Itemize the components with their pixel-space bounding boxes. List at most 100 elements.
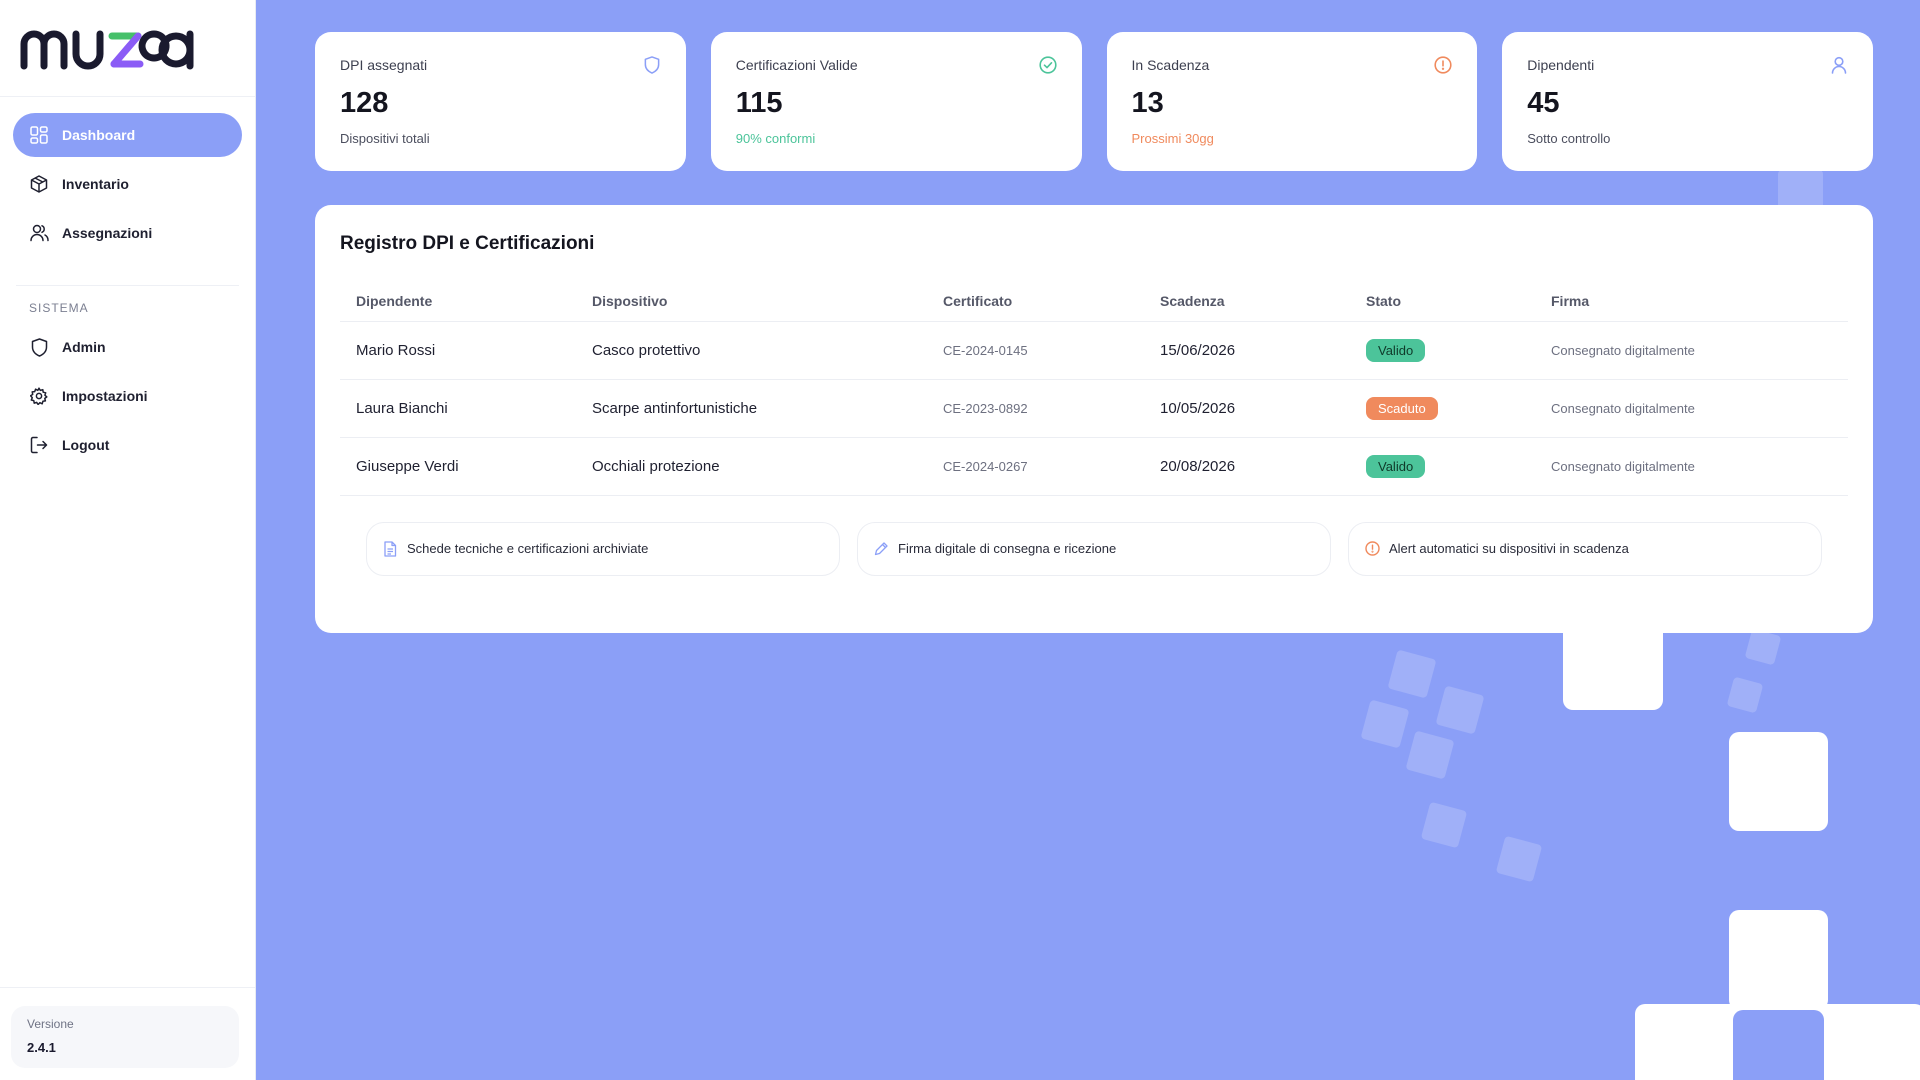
- cell-expiry: 20/08/2026: [1144, 437, 1350, 496]
- sidebar-item-inventario[interactable]: Inventario: [13, 162, 242, 206]
- feature-label: Alert automatici su dispositivi in scade…: [1389, 541, 1629, 556]
- stat-subtitle: Dispositivi totali: [340, 131, 430, 146]
- sidebar-item-dashboard[interactable]: Dashboard: [13, 113, 242, 157]
- status-badge: Valido: [1366, 338, 1426, 362]
- decor-square: [1726, 676, 1764, 714]
- alert-circle-icon: [1434, 56, 1452, 74]
- stat-label: Certificazioni Valide: [735, 57, 858, 73]
- decor-tile: [1563, 620, 1663, 710]
- cell-status: Valido: [1350, 321, 1535, 380]
- registry-panel: Registro DPI e Certificazioni Dipendente…: [315, 205, 1873, 633]
- decor-tile: [1733, 1010, 1824, 1080]
- main-nav: Dashboard Inventario Assegnazioni SISTEM…: [0, 97, 255, 472]
- sidebar-item-label: Impostazioni: [62, 388, 148, 404]
- status-badge: Scaduto: [1366, 396, 1438, 420]
- feature-label: Firma digitale di consegna e ricezione: [898, 541, 1117, 556]
- shield-icon: [643, 56, 661, 74]
- logo-area: [0, 0, 255, 97]
- stat-card-certificazioni[interactable]: Certificazioni Valide 115 90% conformi: [710, 32, 1082, 171]
- stat-card-scadenza[interactable]: In Scadenza 13 Prossimi 30gg: [1106, 32, 1478, 171]
- stat-value: 128: [340, 87, 389, 119]
- cell-expiry: 15/06/2026: [1144, 321, 1350, 380]
- table-row[interactable]: Mario Rossi Casco protettivo CE-2024-014…: [340, 321, 1848, 380]
- stat-label: Dipendenti: [1527, 57, 1595, 73]
- sidebar-footer: Versione 2.4.1: [0, 987, 255, 1080]
- decor-tile: [1729, 910, 1828, 1010]
- users-icon: [29, 223, 49, 243]
- cell-employee: Laura Bianchi: [340, 379, 576, 438]
- nav-divider: [16, 285, 239, 286]
- feature-label: Schede tecniche e certificazioni archivi…: [407, 541, 649, 556]
- cell-signature: Consegnato digitalmente: [1535, 437, 1848, 496]
- version-value: 2.4.1: [27, 1040, 56, 1055]
- cell-signature: Consegnato digitalmente: [1535, 321, 1848, 380]
- sidebar-item-label: Admin: [62, 339, 106, 355]
- decor-square: [1495, 835, 1543, 883]
- sidebar-item-label: Dashboard: [62, 127, 136, 143]
- sidebar-item-admin[interactable]: Admin: [13, 325, 242, 369]
- status-badge: Valido: [1366, 454, 1426, 478]
- cell-device: Occhiali protezione: [576, 437, 927, 496]
- stats-row: DPI assegnati 128 Dispositivi totali Cer…: [315, 32, 1873, 171]
- document-icon: [383, 540, 399, 557]
- stat-value: 45: [1527, 87, 1560, 119]
- column-header-firma[interactable]: Firma: [1535, 281, 1848, 322]
- stat-card-dipendenti[interactable]: Dipendenti 45 Sotto controllo: [1502, 32, 1873, 171]
- cell-signature: Consegnato digitalmente: [1535, 379, 1848, 438]
- column-header-stato[interactable]: Stato: [1350, 281, 1535, 322]
- column-header-certificato[interactable]: Certificato: [927, 281, 1144, 322]
- table-header-row: Dipendente Dispositivo Certificato Scade…: [340, 281, 1848, 322]
- version-label: Versione: [27, 1017, 74, 1031]
- sidebar-item-assegnazioni[interactable]: Assegnazioni: [13, 211, 242, 255]
- sidebar-item-label: Inventario: [62, 176, 129, 192]
- decor-square: [1387, 649, 1437, 699]
- decor-square: [1360, 699, 1410, 749]
- stat-label: DPI assegnati: [340, 57, 428, 73]
- column-header-scadenza[interactable]: Scadenza: [1144, 281, 1350, 322]
- stat-card-dpi[interactable]: DPI assegnati 128 Dispositivi totali: [315, 32, 686, 171]
- sidebar-item-label: Logout: [62, 437, 110, 453]
- pen-icon: [874, 541, 890, 557]
- sidebar-item-logout[interactable]: Logout: [13, 423, 242, 467]
- stat-label: In Scadenza: [1131, 57, 1210, 73]
- muza-logo[interactable]: [20, 22, 255, 70]
- box-icon: [29, 174, 49, 194]
- registry-table: Dipendente Dispositivo Certificato Scade…: [340, 281, 1848, 496]
- cell-expiry: 10/05/2026: [1144, 379, 1350, 438]
- decor-tile: [1729, 732, 1828, 831]
- alert-circle-icon: [1365, 541, 1381, 557]
- cell-certificate: CE-2023-0892: [927, 379, 1144, 438]
- stat-subtitle: Prossimi 30gg: [1131, 131, 1214, 146]
- feature-signature: Firma digitale di consegna e ricezione: [857, 521, 1331, 576]
- feature-archive: Schede tecniche e certificazioni archivi…: [366, 521, 840, 576]
- table-row[interactable]: Laura Bianchi Scarpe antinfortunistiche …: [340, 379, 1848, 438]
- column-header-dispositivo[interactable]: Dispositivo: [576, 281, 927, 322]
- stat-value: 115: [735, 87, 783, 119]
- sidebar-item-label: Assegnazioni: [62, 225, 153, 241]
- cell-employee: Mario Rossi: [340, 321, 576, 380]
- stat-subtitle: 90% conformi: [735, 131, 816, 146]
- dashboard-grid-icon: [29, 125, 49, 145]
- cell-device: Scarpe antinfortunistiche: [576, 379, 927, 438]
- panel-title: Registro DPI e Certificazioni: [340, 233, 595, 254]
- decor-square: [1744, 628, 1782, 666]
- cell-status: Scaduto: [1350, 379, 1535, 438]
- gear-icon: [29, 386, 49, 406]
- feature-list: Schede tecniche e certificazioni archivi…: [366, 521, 1822, 576]
- column-header-dipendente[interactable]: Dipendente: [340, 281, 576, 322]
- stat-value: 13: [1131, 87, 1164, 119]
- decor-square: [1435, 685, 1485, 735]
- sidebar-item-impostazioni[interactable]: Impostazioni: [13, 374, 242, 418]
- cell-device: Casco protettivo: [576, 321, 927, 380]
- stat-subtitle: Sotto controllo: [1527, 131, 1611, 146]
- feature-alerts: Alert automatici su dispositivi in scade…: [1348, 521, 1822, 576]
- check-circle-icon: [1038, 56, 1057, 74]
- nav-section-label: SISTEMA: [29, 301, 89, 315]
- decor-square: [1420, 801, 1468, 849]
- logout-icon: [29, 435, 49, 455]
- cell-status: Valido: [1350, 437, 1535, 496]
- cell-employee: Giuseppe Verdi: [340, 437, 576, 496]
- decor-square: [1405, 730, 1455, 780]
- table-row[interactable]: Giuseppe Verdi Occhiali protezione CE-20…: [340, 437, 1848, 496]
- decor-square: [1778, 170, 1823, 210]
